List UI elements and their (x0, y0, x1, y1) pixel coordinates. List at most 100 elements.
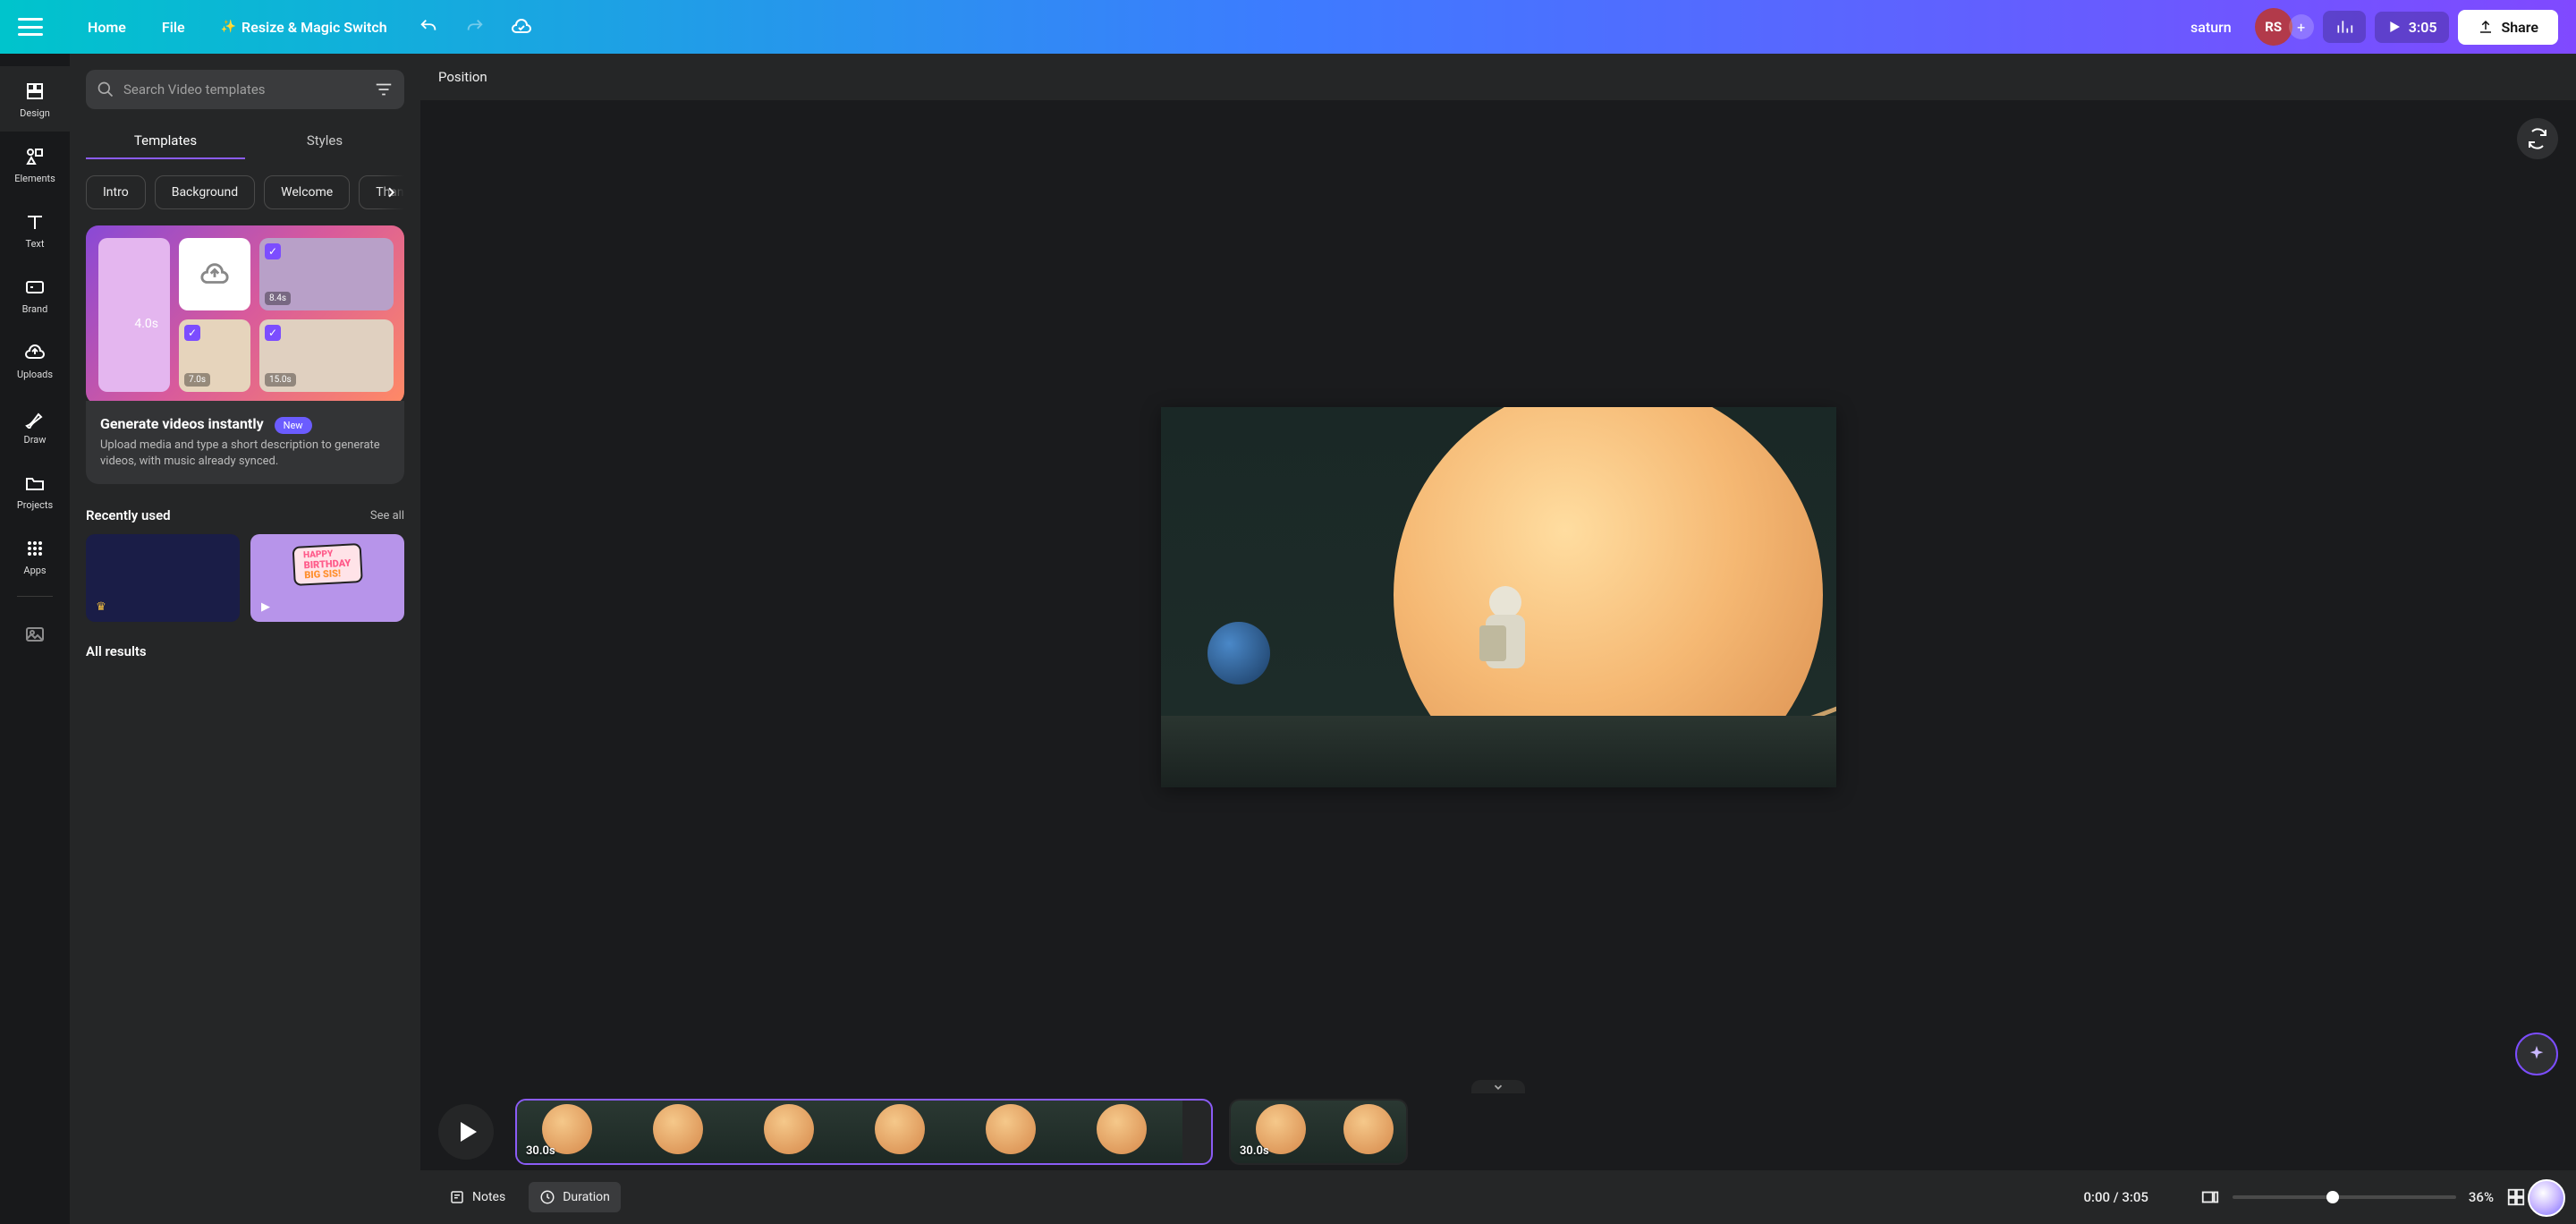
playback-time: 0:00 / 3:05 (2084, 1189, 2148, 1205)
clip-duration-label: 30.0s (1240, 1144, 1269, 1158)
rail-brand[interactable]: Brand (0, 262, 70, 327)
promo-info: Generate videos instantly New Upload med… (86, 401, 404, 484)
search-input[interactable] (123, 81, 365, 98)
timeline-clip-1[interactable]: 30.0s (515, 1099, 1213, 1165)
text-icon (24, 211, 46, 233)
chip-welcome[interactable]: Welcome (264, 175, 350, 209)
chip-intro[interactable]: Intro (86, 175, 146, 209)
upload-icon (2478, 19, 2494, 35)
tile-duration: 15.0s (265, 373, 296, 387)
undo-button[interactable] (411, 9, 446, 45)
regenerate-button[interactable] (2517, 118, 2558, 159)
chevron-right-icon (384, 185, 398, 200)
assistant-button[interactable] (2528, 1179, 2565, 1217)
analytics-button[interactable] (2323, 11, 2366, 43)
sparkle-refresh-icon (2527, 128, 2548, 149)
rail-projects[interactable]: Projects (0, 458, 70, 523)
see-all-link[interactable]: See all (370, 509, 404, 523)
brand-icon (24, 276, 46, 298)
rail-apps[interactable]: Apps (0, 523, 70, 589)
duration-button[interactable]: Duration (529, 1182, 621, 1212)
promo-upload-tile[interactable] (179, 238, 250, 310)
recent-template-2[interactable]: HAPPY BIRTHDAY BIG SIS! ▶ (250, 534, 404, 622)
cloud-sync-button[interactable] (504, 9, 539, 45)
timeline-collapse-toggle[interactable] (1471, 1080, 1525, 1094)
grid-view-icon[interactable] (2506, 1187, 2526, 1207)
timeline: 30.0s 30.0s (420, 1093, 2576, 1170)
thumb2-text-3: BIG SIS! (304, 568, 352, 581)
promo-tile-big: 4.0s (98, 238, 170, 392)
top-bar: Home File Resize & Magic Switch RS + 3:0… (0, 0, 2576, 54)
rail-divider (17, 596, 53, 597)
bar-chart-icon (2335, 18, 2353, 36)
recent-template-1[interactable]: ♛ (86, 534, 240, 622)
tab-styles[interactable]: Styles (245, 123, 404, 159)
home-button[interactable]: Home (70, 12, 144, 43)
clip-duration-label: 30.0s (526, 1144, 555, 1158)
resize-magic-button[interactable]: Resize & Magic Switch (203, 12, 405, 43)
draw-icon (24, 407, 46, 429)
rail-design[interactable]: Design (0, 66, 70, 132)
promo-tile-1: ✓ 8.4s (259, 238, 394, 310)
rail-elements[interactable]: Elements (0, 132, 70, 197)
redo-icon (465, 17, 485, 37)
zoom-slider-knob[interactable] (2326, 1191, 2339, 1203)
design-canvas[interactable] (1161, 407, 1836, 787)
generate-videos-promo[interactable]: ✓ 8.4s 4.0s ✓ 7.0s ✓ 15.0s (86, 225, 404, 404)
elements-icon (24, 146, 46, 167)
rail-text[interactable]: Text (0, 197, 70, 262)
play-icon (2387, 20, 2402, 34)
side-panel: Templates Styles Intro Background Welcom… (70, 54, 420, 1224)
rail-photos[interactable] (0, 609, 70, 659)
recently-used-header: Recently used See all (86, 507, 404, 523)
left-rail: Design Elements Text Brand Uploads Draw … (0, 54, 70, 1224)
zoom-slider[interactable] (2233, 1195, 2456, 1199)
promo-description: Upload media and type a short descriptio… (100, 438, 390, 470)
all-results-heading: All results (86, 643, 404, 659)
search-icon (97, 81, 114, 98)
check-icon: ✓ (265, 243, 281, 259)
rail-uploads[interactable]: Uploads (0, 327, 70, 393)
promo-tile-3: ✓ 15.0s (259, 319, 394, 392)
position-button[interactable]: Position (438, 69, 487, 85)
notes-icon (449, 1189, 465, 1205)
category-chips: Intro Background Welcome Thanks (86, 175, 404, 209)
filter-icon[interactable] (374, 80, 394, 99)
new-badge: New (275, 417, 312, 434)
menu-button[interactable] (18, 18, 43, 36)
document-title-input[interactable] (2045, 13, 2237, 41)
apps-icon (24, 538, 46, 559)
search-bar (86, 70, 404, 109)
canvas-ground (1161, 716, 1836, 787)
folder-icon (24, 472, 46, 494)
canvas-viewport[interactable] (420, 100, 2576, 1093)
thumbnail-view-icon[interactable] (2200, 1187, 2220, 1207)
recent-thumbnails: ♛ HAPPY BIRTHDAY BIG SIS! ▶ (86, 534, 404, 622)
tab-templates[interactable]: Templates (86, 123, 245, 159)
user-avatar[interactable]: RS (2255, 8, 2292, 46)
redo-button[interactable] (457, 9, 493, 45)
tile-duration: 8.4s (265, 292, 291, 305)
file-button[interactable]: File (144, 12, 203, 43)
rail-draw[interactable]: Draw (0, 393, 70, 458)
sparkle-icon (2527, 1044, 2546, 1064)
notes-button[interactable]: Notes (438, 1182, 516, 1212)
design-icon (24, 81, 46, 102)
canvas-earth (1208, 622, 1270, 684)
chip-background[interactable]: Background (155, 175, 255, 209)
present-button[interactable]: 3:05 (2375, 12, 2450, 43)
bottom-bar: Notes Duration 0:00 / 3:05 36% (420, 1170, 2576, 1224)
add-collaborator-button[interactable]: + (2289, 14, 2314, 39)
play-button[interactable] (438, 1104, 494, 1160)
tile-duration: 7.0s (184, 373, 210, 387)
crown-icon: ♛ (91, 597, 111, 616)
timeline-clip-2[interactable]: 30.0s (1229, 1099, 1408, 1165)
tile-duration: 4.0s (130, 315, 163, 333)
cloud-upload-icon (199, 259, 230, 290)
ai-assist-button[interactable] (2515, 1033, 2558, 1075)
uploads-icon (24, 342, 46, 363)
share-button[interactable]: Share (2458, 10, 2558, 45)
chevron-down-icon (1492, 1081, 1504, 1093)
timeline-track[interactable]: 30.0s 30.0s (515, 1099, 2558, 1165)
chips-scroll-right[interactable] (377, 175, 404, 209)
